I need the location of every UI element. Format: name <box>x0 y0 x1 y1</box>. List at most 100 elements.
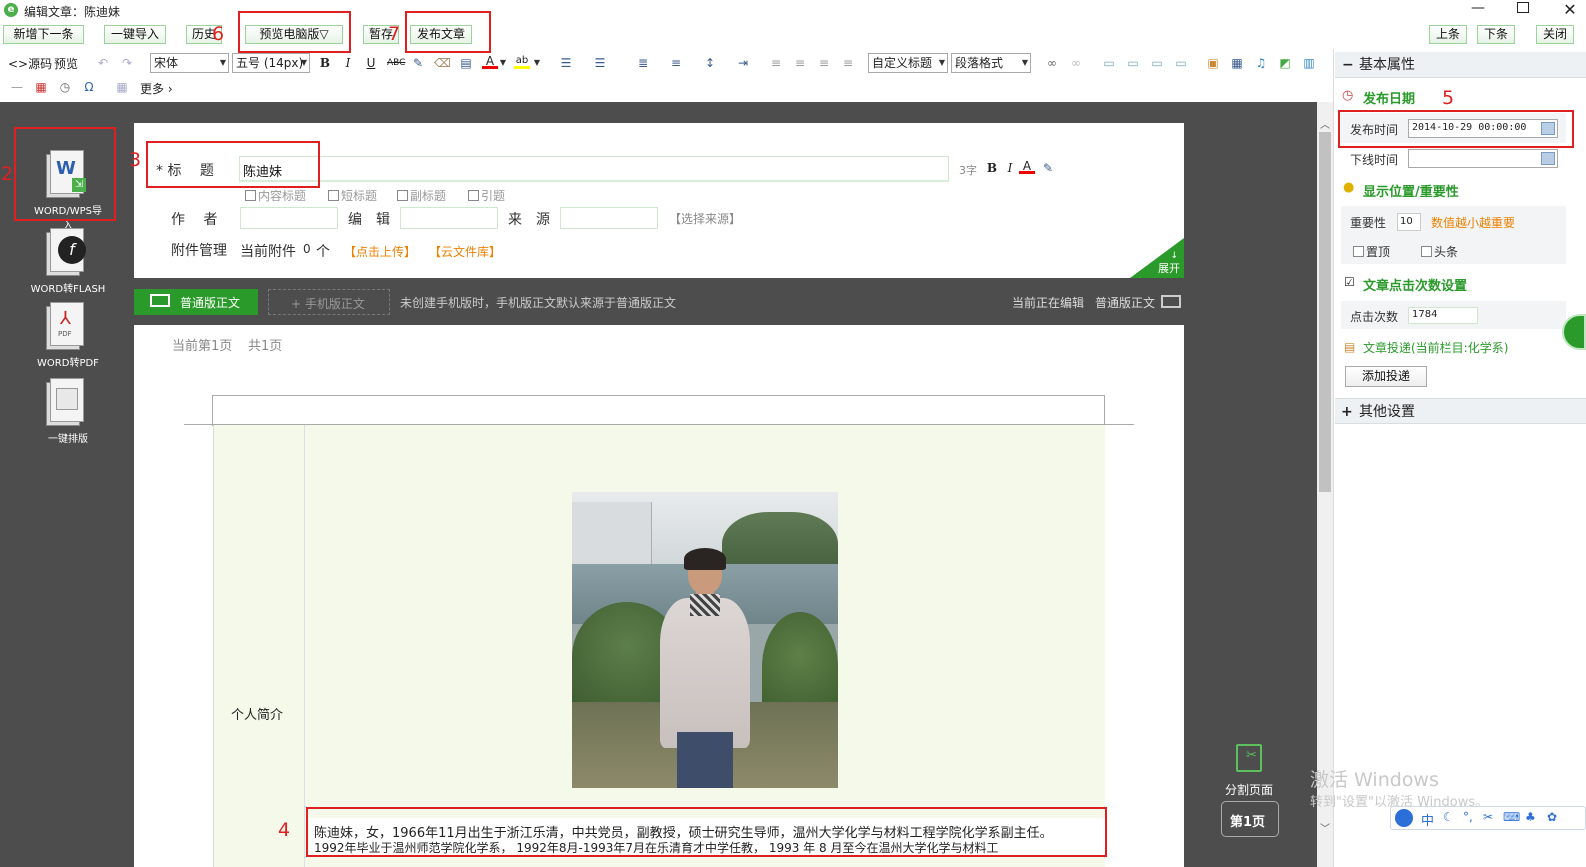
map-icon[interactable]: ◩ <box>1277 55 1293 71</box>
line-height-icon[interactable]: ≣ <box>635 55 651 71</box>
italic-icon[interactable]: I <box>340 55 356 71</box>
horizontal-rule-icon[interactable]: — <box>9 79 25 95</box>
unlink-icon[interactable]: ∞ <box>1068 55 1084 71</box>
close-button[interactable]: 关闭 <box>1536 25 1574 44</box>
publish-time-input[interactable]: 2014-10-29 00:00:00 <box>1408 119 1558 138</box>
date-icon[interactable]: ▦ <box>33 79 49 95</box>
close-icon[interactable]: ✕ <box>1560 0 1580 20</box>
time-icon[interactable]: ◷ <box>57 79 73 95</box>
chevron-down-icon[interactable]: ▼ <box>533 55 541 71</box>
more-button[interactable]: 更多 › <box>140 80 173 97</box>
float-right-icon[interactable]: ▭ <box>1149 55 1165 71</box>
maximize-icon[interactable] <box>1517 2 1529 13</box>
float-none-icon[interactable]: ▭ <box>1125 55 1141 71</box>
import-button[interactable]: 一键导入 <box>104 25 166 44</box>
editing-prefix: 当前正在编辑 <box>1012 296 1085 310</box>
paragraph-format-select[interactable]: 段落格式 ▼ <box>951 53 1031 73</box>
date-picker-icon[interactable] <box>1541 152 1555 165</box>
publish-button[interactable]: 发布文章 <box>410 25 472 44</box>
mobile-content-tab[interactable]: + 手机版正文 <box>268 289 390 315</box>
editor-input[interactable] <box>400 207 498 229</box>
scroll-up-icon[interactable]: ︿ <box>1320 116 1330 131</box>
font-color-icon[interactable]: A <box>482 53 498 69</box>
next-button[interactable]: 下条 <box>1477 25 1515 44</box>
pin-top-checkbox[interactable]: 置顶 <box>1353 243 1390 260</box>
preview-button[interactable]: 预览 <box>54 55 78 72</box>
source-input[interactable] <box>560 207 658 229</box>
special-char-icon[interactable]: Ω <box>81 79 97 95</box>
add-delivery-button[interactable]: 添加投递 <box>1345 366 1427 387</box>
basic-props-header[interactable]: − 基本属性 <box>1335 52 1586 78</box>
title-input[interactable]: 陈迪妹 <box>239 156 949 182</box>
new-next-button[interactable]: 新增下一条 <box>3 25 84 44</box>
unordered-list-icon[interactable]: ☰ <box>592 55 608 71</box>
image-icon[interactable]: ▣ <box>1205 55 1221 71</box>
bold-icon[interactable]: B <box>317 55 333 71</box>
font-family-select[interactable]: 宋体 ▼ <box>150 53 229 73</box>
bio-text[interactable]: 陈迪妹，女，1966年11月出生于浙江乐清，中共党员，副教授，硕士研究生导师，温… <box>309 818 1109 856</box>
prev-button[interactable]: 上条 <box>1429 25 1467 44</box>
other-settings-header[interactable]: + 其他设置 <box>1335 398 1586 424</box>
preview-pc-button[interactable]: 预览电脑版▽ <box>245 25 343 44</box>
chevron-down-icon[interactable]: ▼ <box>499 55 507 71</box>
option-subtitle[interactable]: 副标题 <box>397 187 446 204</box>
normal-content-tab[interactable]: 普通版正文 <box>134 289 258 315</box>
font-size-select[interactable]: 五号 (14px) ▼ <box>232 53 310 73</box>
page-button[interactable]: 第1页 <box>1221 801 1279 837</box>
custom-heading-select[interactable]: 自定义标题 ▼ <box>868 53 948 73</box>
align-left-icon[interactable]: ≡ <box>768 55 784 71</box>
strikethrough-icon[interactable]: ABC <box>387 55 405 71</box>
delivery-link[interactable]: 文章投递(当前栏目:化学系) <box>1363 339 1508 356</box>
auto-layout-tool[interactable]: 一键排版 <box>30 376 106 445</box>
float-left-icon[interactable]: ▭ <box>1101 55 1117 71</box>
format-painter-icon[interactable]: ✎ <box>410 55 426 71</box>
option-content-title[interactable]: 内容标题 <box>245 187 306 204</box>
word-to-pdf-tool[interactable]: ⅄ PDF WORD转PDF <box>30 300 106 369</box>
editor-scrollbar[interactable]: ︿ ﹀ <box>1317 102 1333 867</box>
select-source-link[interactable]: 【选择来源】 <box>669 210 741 227</box>
source-button[interactable]: <>源码 <box>8 55 52 72</box>
offline-time-input[interactable] <box>1408 149 1558 168</box>
date-picker-icon[interactable] <box>1541 122 1555 135</box>
author-input[interactable] <box>240 207 338 229</box>
video-icon[interactable]: ▦ <box>1229 55 1245 71</box>
table-icon[interactable]: ▦ <box>114 79 130 95</box>
document-page[interactable]: 当前第1页 共1页 个人简介 <box>134 325 1184 867</box>
upload-link[interactable]: 【点击上传】 <box>344 243 416 260</box>
expand-label[interactable]: 展开 <box>1158 260 1180 276</box>
cloud-link[interactable]: 【云文件库】 <box>429 243 501 260</box>
scroll-down-icon[interactable]: ﹀ <box>1320 820 1330 835</box>
undo-icon[interactable]: ↶ <box>95 55 111 71</box>
word-wps-import-tool[interactable]: W ⇲ WORD/WPS导入 <box>30 148 106 232</box>
clicks-input[interactable]: 1784 <box>1408 307 1478 324</box>
word-to-flash-tool[interactable]: f WORD转FLASH <box>30 226 106 295</box>
align-right-icon[interactable]: ≡ <box>816 55 832 71</box>
row-spacing-icon[interactable]: ↕ <box>702 55 718 71</box>
highlight-color-icon[interactable]: ab <box>514 53 530 69</box>
paragraph-spacing-icon[interactable]: ≡ <box>668 55 684 71</box>
redo-icon[interactable]: ↷ <box>119 55 135 71</box>
ordered-list-icon[interactable]: ☰ <box>558 55 574 71</box>
paste-icon[interactable]: ▤ <box>458 55 474 71</box>
portrait-photo[interactable] <box>572 492 838 788</box>
scroll-thumb[interactable] <box>1319 132 1331 492</box>
minimize-icon[interactable]: — <box>1468 0 1488 20</box>
title-bold-icon[interactable]: B <box>984 160 1000 176</box>
option-short-title[interactable]: 短标题 <box>328 187 377 204</box>
float-center-icon[interactable]: ▭ <box>1173 55 1189 71</box>
template-icon[interactable]: ▥ <box>1301 55 1317 71</box>
importance-input[interactable]: 10 <box>1397 213 1421 231</box>
music-icon[interactable]: ♫ <box>1253 55 1269 71</box>
align-center-icon[interactable]: ≡ <box>792 55 808 71</box>
underline-icon[interactable]: U <box>363 55 379 71</box>
option-lead[interactable]: 引题 <box>468 187 505 204</box>
title-clear-icon[interactable]: ✎ <box>1040 160 1056 176</box>
title-color-icon[interactable]: A <box>1019 158 1035 174</box>
indent-icon[interactable]: ⇥ <box>735 55 751 71</box>
align-justify-icon[interactable]: ≡ <box>840 55 856 71</box>
ime-toolbar[interactable]: 中 ☾ °, ✂ ⌨ ♣ ✿ <box>1390 806 1586 830</box>
link-icon[interactable]: ∞ <box>1044 55 1060 71</box>
headline-checkbox[interactable]: 头条 <box>1421 243 1458 260</box>
clear-format-icon[interactable]: ⌫ <box>434 55 451 71</box>
title-italic-icon[interactable]: I <box>1002 160 1018 176</box>
